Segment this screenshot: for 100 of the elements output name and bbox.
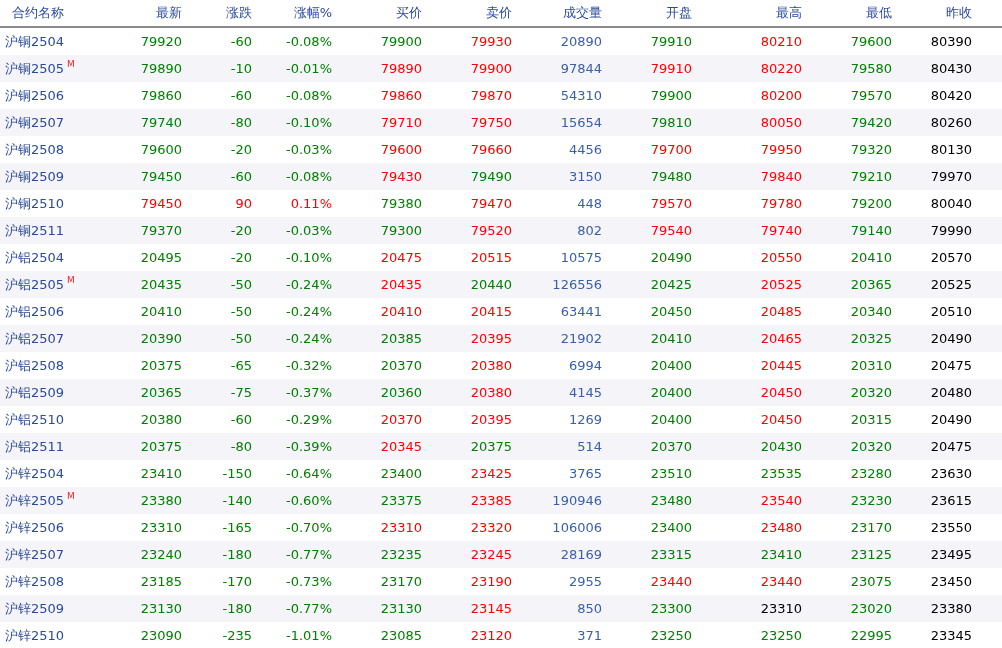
table-cell-text: 79740 bbox=[759, 223, 802, 238]
table-cell-text: 79430 bbox=[379, 169, 422, 184]
table-cell-text: 23410 bbox=[139, 466, 182, 481]
table-cell-text: 79900 bbox=[379, 34, 422, 49]
contract-name: 沪锌2509 bbox=[5, 599, 65, 618]
column-header[interactable]: 成交量 bbox=[512, 4, 602, 22]
table-cell-text: 23090 bbox=[139, 628, 182, 643]
table-cell-text: 20475 bbox=[379, 250, 422, 265]
main-contract-label: M bbox=[67, 275, 75, 285]
contract-name: 沪锌2504 bbox=[5, 464, 65, 483]
column-header[interactable]: 涨幅% bbox=[252, 4, 332, 22]
table-cell-text: 10575 bbox=[559, 250, 602, 265]
table-cell-text: -235 bbox=[221, 628, 252, 643]
table-cell-text: 802 bbox=[576, 223, 602, 238]
column-header[interactable]: 最高 bbox=[692, 4, 802, 22]
table-cell-text: 20550 bbox=[759, 250, 802, 265]
table-cell-text: 23320 bbox=[469, 520, 512, 535]
table-cell-text: 79450 bbox=[139, 169, 182, 184]
table-cell-text: 79810 bbox=[649, 115, 692, 130]
contract-name: 沪铜2506 bbox=[5, 86, 65, 105]
table-row[interactable]: 沪铜2507 79740 -80 -0.10% 79710 79750 15654 79810 80050 79420 80260 bbox=[0, 109, 1002, 136]
column-header[interactable]: 昨收 bbox=[892, 4, 972, 22]
table-cell-text: 23480 bbox=[649, 493, 692, 508]
table-cell-text: -1.01% bbox=[285, 628, 332, 643]
table-row[interactable]: 沪铜2509 79450 -60 -0.08% 79430 79490 3150 79480 79840 79210 79970 bbox=[0, 163, 1002, 190]
table-cell-text: -0.73% bbox=[285, 574, 332, 589]
table-row[interactable]: 沪铜2511 79370 -20 -0.03% 79300 79520 802 79540 79740 79140 79990 bbox=[0, 217, 1002, 244]
table-cell-text: 23085 bbox=[379, 628, 422, 643]
column-header[interactable]: 最低 bbox=[802, 4, 892, 22]
table-cell-text: 79900 bbox=[469, 61, 512, 76]
table-cell-text: 20400 bbox=[649, 358, 692, 373]
table-cell-text: 4145 bbox=[567, 385, 602, 400]
table-cell-text: -0.03% bbox=[285, 142, 332, 157]
table-cell-text: 23535 bbox=[759, 466, 802, 481]
table-cell-text: 20325 bbox=[849, 331, 892, 346]
table-cell-text: 54310 bbox=[559, 88, 602, 103]
table-row[interactable]: 沪锌2507 23240 -180 -0.77% 23235 23245 28169 23315 23410 23125 23495 bbox=[0, 541, 1002, 568]
table-cell-text: 79200 bbox=[849, 196, 892, 211]
contract-name: 沪铝2507 bbox=[5, 329, 65, 348]
contract-name: 沪铜2507 bbox=[5, 113, 65, 132]
table-cell-text: 79910 bbox=[649, 34, 692, 49]
table-cell-text: 20395 bbox=[469, 331, 512, 346]
table-cell-text: 23450 bbox=[929, 574, 972, 589]
table-cell-text: 23250 bbox=[649, 628, 692, 643]
table-cell-text: 20525 bbox=[929, 277, 972, 292]
table-cell-text: 20890 bbox=[559, 34, 602, 49]
column-header[interactable]: 最新 bbox=[110, 4, 182, 22]
table-cell-text: 23185 bbox=[139, 574, 182, 589]
table-cell-text: 23250 bbox=[759, 628, 802, 643]
table-row[interactable]: 沪铝2509 20365 -75 -0.37% 20360 20380 4145 20400 20450 20320 20480 bbox=[0, 379, 1002, 406]
table-cell-text: 79490 bbox=[469, 169, 512, 184]
table-cell-text: 23235 bbox=[379, 547, 422, 562]
table-cell-text: 80050 bbox=[759, 115, 802, 130]
table-cell-text: 79990 bbox=[929, 223, 972, 238]
table-cell-text: 23380 bbox=[139, 493, 182, 508]
column-header[interactable]: 卖价 bbox=[422, 4, 512, 22]
table-cell-text: -0.77% bbox=[285, 547, 332, 562]
table-cell-text: -60 bbox=[229, 88, 252, 103]
table-cell-text: -165 bbox=[221, 520, 252, 535]
table-cell-text: 20375 bbox=[469, 439, 512, 454]
table-cell-text: 20510 bbox=[929, 304, 972, 319]
column-header[interactable]: 买价 bbox=[332, 4, 422, 22]
table-row[interactable]: 沪铜2505 M 79890 -10 -0.01% 79890 79900 97844 79910 80220 79580 80430 bbox=[0, 55, 1002, 82]
table-row[interactable]: 沪铝2505 M 20435 -50 -0.24% 20435 20440 126556 20425 20525 20365 20525 bbox=[0, 271, 1002, 298]
table-cell-text: 79750 bbox=[469, 115, 512, 130]
table-cell-text: 371 bbox=[576, 628, 602, 643]
table-row[interactable]: 沪铝2507 20390 -50 -0.24% 20385 20395 21902 20410 20465 20325 20490 bbox=[0, 325, 1002, 352]
table-cell-text: 23410 bbox=[759, 547, 802, 562]
table-cell-text: 90 bbox=[234, 196, 252, 211]
contract-name: 沪铜2510 bbox=[5, 194, 65, 213]
table-row[interactable]: 沪锌2505 M 23380 -140 -0.60% 23375 23385 190946 23480 23540 23230 23615 bbox=[0, 487, 1002, 514]
table-cell-text: -60 bbox=[229, 169, 252, 184]
table-cell-text: 79660 bbox=[469, 142, 512, 157]
table-cell-text: -140 bbox=[221, 493, 252, 508]
table-cell-text: 23345 bbox=[929, 628, 972, 643]
table-cell-text: 20415 bbox=[469, 304, 512, 319]
table-cell-text: 79900 bbox=[649, 88, 692, 103]
table-cell-text: 79970 bbox=[929, 169, 972, 184]
table-cell-text: 20310 bbox=[849, 358, 892, 373]
table-cell-text: 20380 bbox=[139, 412, 182, 427]
table-cell-text: 20490 bbox=[929, 331, 972, 346]
table-cell-text: 79210 bbox=[849, 169, 892, 184]
table-cell-text: 79600 bbox=[849, 34, 892, 49]
table-cell-text: 20495 bbox=[139, 250, 182, 265]
table-row[interactable]: 沪锌2509 23130 -180 -0.77% 23130 23145 850 23300 23310 23020 23380 bbox=[0, 595, 1002, 622]
table-cell-text: 23550 bbox=[929, 520, 972, 535]
table-cell-text: 80430 bbox=[929, 61, 972, 76]
table-cell-text: -0.24% bbox=[285, 331, 332, 346]
table-cell-text: 15654 bbox=[559, 115, 602, 130]
column-header[interactable]: 开盘 bbox=[602, 4, 692, 22]
table-row[interactable]: 沪铝2511 20375 -80 -0.39% 20345 20375 514 20370 20430 20320 20475 bbox=[0, 433, 1002, 460]
table-cell-text: 80040 bbox=[929, 196, 972, 211]
table-cell-text: 23400 bbox=[649, 520, 692, 535]
table-cell-text: 20360 bbox=[379, 385, 422, 400]
table-cell-text: 23495 bbox=[929, 547, 972, 562]
table-cell-text: -0.08% bbox=[285, 169, 332, 184]
column-header[interactable]: 涨跌 bbox=[182, 4, 252, 22]
table-cell-text: 20490 bbox=[929, 412, 972, 427]
table-cell-text: 97844 bbox=[559, 61, 602, 76]
column-header[interactable]: 合约名称 bbox=[0, 4, 110, 22]
